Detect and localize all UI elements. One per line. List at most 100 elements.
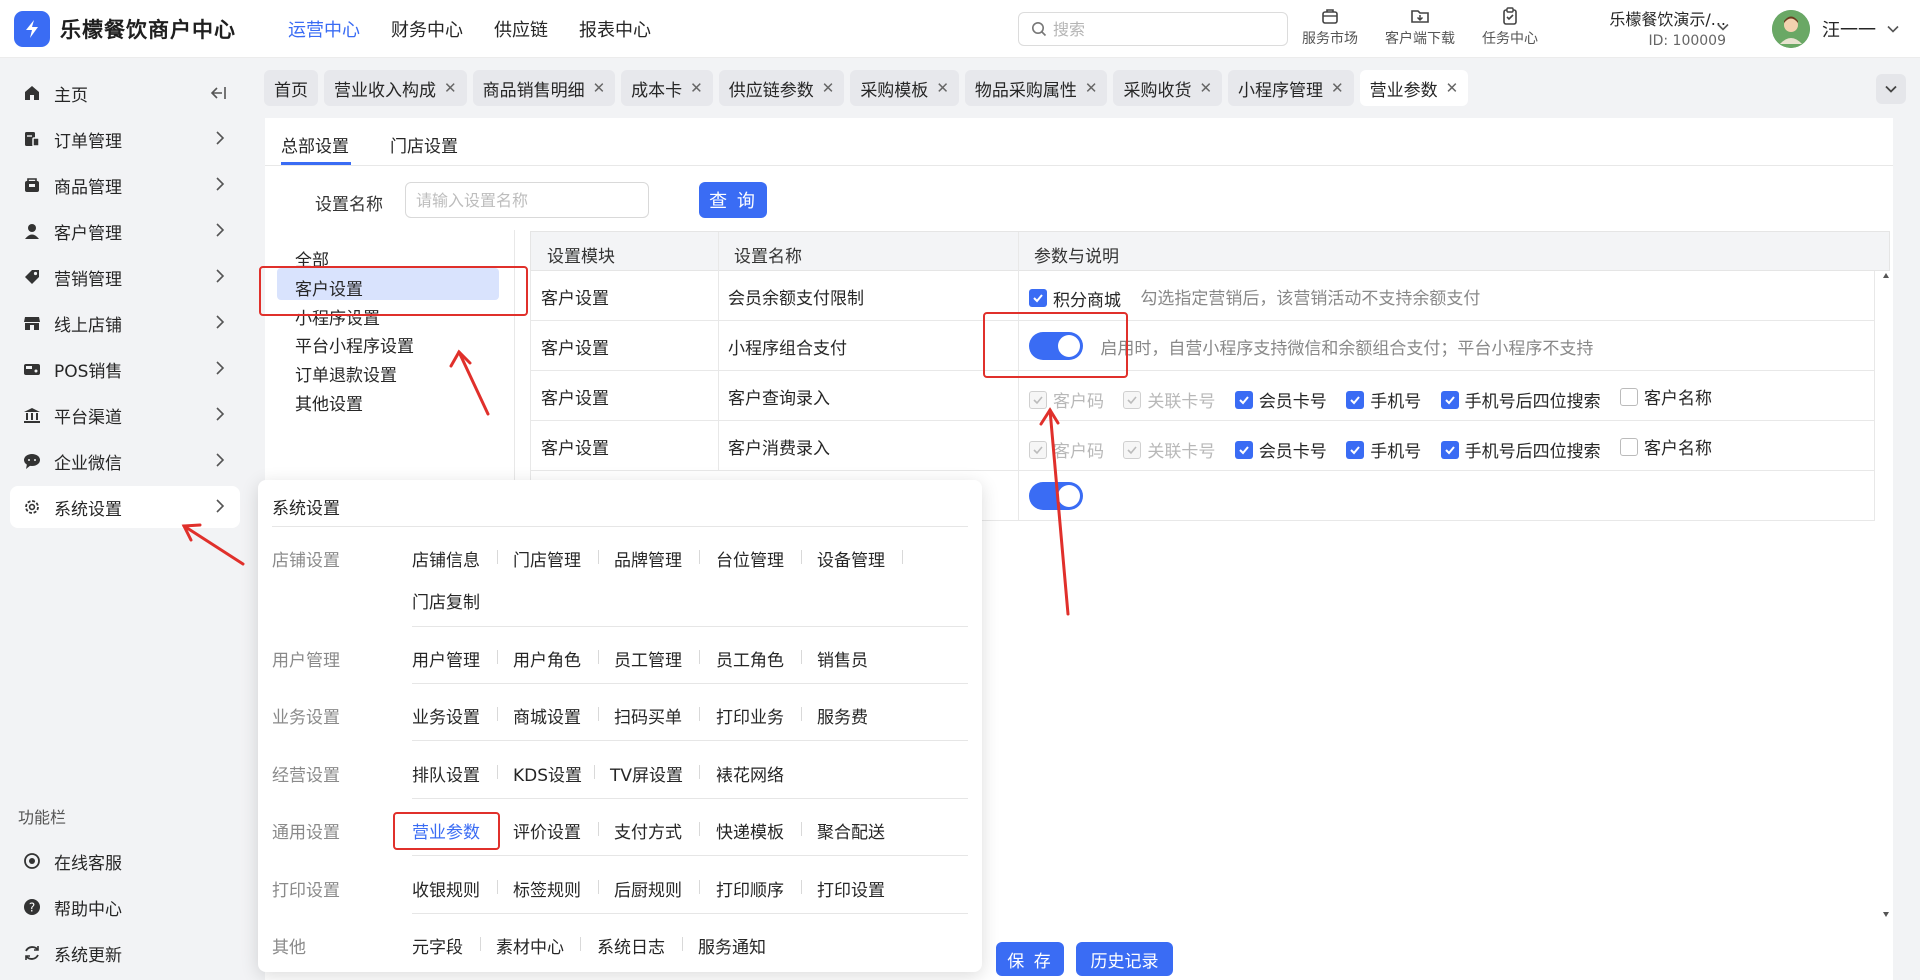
menu-link-label-rules[interactable]: 标签规则 <box>513 876 581 901</box>
menu-link-print-order[interactable]: 打印顺序 <box>716 876 784 901</box>
menu-link-queue-settings[interactable]: 排队设置 <box>412 761 480 786</box>
sidebar-item-online-service[interactable]: 在线客服 <box>10 840 240 882</box>
tab-cost-card[interactable]: 成本卡 ✕ <box>621 70 713 106</box>
menu-link-staff-management[interactable]: 员工管理 <box>614 646 682 671</box>
chevron-down-icon[interactable] <box>1716 20 1730 34</box>
tab-store-settings[interactable]: 门店设置 <box>390 132 458 157</box>
close-icon[interactable]: ✕ <box>1331 79 1344 97</box>
sidebar-item-online-shop[interactable]: 线上店铺 <box>10 302 240 344</box>
menu-link-decoration-network[interactable]: 裱花网络 <box>716 761 784 786</box>
phone-checkbox[interactable]: 手机号 <box>1346 387 1421 412</box>
menu-link-service-notices[interactable]: 服务通知 <box>698 933 766 958</box>
customer-name-checkbox[interactable]: 客户名称 <box>1620 384 1712 409</box>
sidebar-item-system-update[interactable]: 系统更新 <box>10 932 240 974</box>
sidebar-item-home[interactable]: 主页 <box>10 72 240 114</box>
member-card-checkbox[interactable]: 会员卡号 <box>1234 437 1327 462</box>
topnav-supply-chain[interactable]: 供应链 <box>494 16 548 42</box>
tab-supply-chain-params[interactable]: 供应链参数 ✕ <box>718 70 845 106</box>
menu-link-store-info[interactable]: 店铺信息 <box>412 546 480 571</box>
category-other-settings[interactable]: 其他设置 <box>295 390 363 415</box>
task-center-button[interactable]: 任务中心 <box>1482 6 1538 48</box>
menu-link-system-logs[interactable]: 系统日志 <box>597 933 665 958</box>
phone-checkbox[interactable]: 手机号 <box>1346 437 1421 462</box>
menu-link-service-fee[interactable]: 服务费 <box>817 703 868 728</box>
menu-link-mall-settings[interactable]: 商城设置 <box>513 703 581 728</box>
collapse-sidebar-icon[interactable] <box>210 84 228 102</box>
tab-goods-sales-detail[interactable]: 商品销售明细 ✕ <box>472 70 616 106</box>
user-menu[interactable]: 汪一一 <box>1772 10 1900 48</box>
tenant-switcher[interactable]: 乐檬餐饮演示/... ID: 100009 <box>1586 6 1726 49</box>
tab-home[interactable]: 首页 <box>264 70 318 106</box>
menu-link-business-settings[interactable]: 业务设置 <box>412 703 480 728</box>
tab-miniprogram-management[interactable]: 小程序管理 ✕ <box>1228 70 1354 106</box>
search-input[interactable] <box>1053 19 1253 39</box>
topnav-operations[interactable]: 运营中心 <box>288 16 360 42</box>
sidebar-item-customers[interactable]: 客户管理 <box>10 210 240 252</box>
close-icon[interactable]: ✕ <box>1199 79 1212 97</box>
sidebar-item-orders[interactable]: 订单管理 <box>10 118 240 160</box>
tab-purchase-template[interactable]: 采购模板 ✕ <box>850 70 959 106</box>
topnav-finance[interactable]: 财务中心 <box>391 16 463 42</box>
service-market-button[interactable]: 服务市场 <box>1302 6 1358 48</box>
topnav-reports[interactable]: 报表中心 <box>579 16 651 42</box>
sidebar-item-system-settings[interactable]: 系统设置 <box>10 486 240 528</box>
setting-toggle[interactable] <box>1029 482 1083 510</box>
sidebar-item-wecom[interactable]: 企业微信 <box>10 440 240 482</box>
menu-link-print-business[interactable]: 打印业务 <box>716 703 784 728</box>
tab-business-params[interactable]: 营业参数 ✕ <box>1359 70 1469 106</box>
close-icon[interactable]: ✕ <box>1446 79 1459 97</box>
client-download-button[interactable]: 客户端下载 <box>1385 6 1455 48</box>
tab-item-purchase-attrs[interactable]: 物品采购属性 ✕ <box>964 70 1108 106</box>
close-icon[interactable]: ✕ <box>822 79 835 97</box>
sidebar-item-marketing[interactable]: 营销管理 <box>10 256 240 298</box>
menu-link-shipping-templates[interactable]: 快递模板 <box>716 818 784 843</box>
setting-name-input[interactable] <box>405 182 649 218</box>
save-button[interactable]: 保 存 <box>996 942 1064 976</box>
query-button[interactable]: 查 询 <box>699 182 767 218</box>
close-icon[interactable]: ✕ <box>444 79 457 97</box>
menu-link-brand-management[interactable]: 品牌管理 <box>614 546 682 571</box>
menu-link-review-settings[interactable]: 评价设置 <box>513 818 581 843</box>
logo[interactable]: 乐檬餐饮商户中心 <box>14 10 254 47</box>
menu-link-meta-fields[interactable]: 元字段 <box>412 933 463 958</box>
sidebar-item-pos[interactable]: POS销售 <box>10 348 240 390</box>
menu-link-user-management[interactable]: 用户管理 <box>412 646 480 671</box>
category-platform-miniprogram-settings[interactable]: 平台小程序设置 <box>295 332 414 357</box>
menu-link-payment-methods[interactable]: 支付方式 <box>614 818 682 843</box>
customer-name-checkbox[interactable]: 客户名称 <box>1620 434 1712 459</box>
tab-purchase-receiving[interactable]: 采购收货 ✕ <box>1113 70 1223 106</box>
menu-link-aggregated-delivery[interactable]: 聚合配送 <box>817 818 885 843</box>
tab-hq-settings[interactable]: 总部设置 <box>281 132 349 157</box>
menu-link-asset-center[interactable]: 素材中心 <box>496 933 564 958</box>
menu-link-kds-settings[interactable]: KDS设置 <box>513 761 582 786</box>
global-search[interactable] <box>1018 12 1288 46</box>
menu-link-table-management[interactable]: 台位管理 <box>716 546 784 571</box>
sidebar-item-help[interactable]: ? 帮助中心 <box>10 886 240 928</box>
history-button[interactable]: 历史记录 <box>1076 942 1173 976</box>
menu-link-store-management[interactable]: 门店管理 <box>513 546 581 571</box>
close-icon[interactable]: ✕ <box>593 79 606 97</box>
menu-link-salesperson[interactable]: 销售员 <box>817 646 868 671</box>
menu-link-scan-pay[interactable]: 扫码买单 <box>614 703 682 728</box>
phone-last4-checkbox[interactable]: 手机号后四位搜索 <box>1440 387 1601 412</box>
category-order-refund-settings[interactable]: 订单退款设置 <box>295 361 397 386</box>
tabs-overflow-button[interactable] <box>1876 74 1906 104</box>
close-icon[interactable]: ✕ <box>936 79 949 97</box>
close-icon[interactable]: ✕ <box>1085 79 1098 97</box>
menu-link-kitchen-rules[interactable]: 后厨规则 <box>614 876 682 901</box>
sidebar-item-platform-channels[interactable]: 平台渠道 <box>10 394 240 436</box>
menu-link-staff-roles[interactable]: 员工角色 <box>716 646 784 671</box>
phone-last4-checkbox[interactable]: 手机号后四位搜索 <box>1440 437 1601 462</box>
menu-link-device-management[interactable]: 设备管理 <box>817 546 885 571</box>
close-icon[interactable]: ✕ <box>690 79 703 97</box>
tab-revenue-composition[interactable]: 营业收入构成 ✕ <box>324 70 467 106</box>
menu-link-print-settings[interactable]: 打印设置 <box>817 876 885 901</box>
table-scrollbar[interactable] <box>1882 270 1890 920</box>
menu-link-tv-settings[interactable]: TV屏设置 <box>610 761 683 786</box>
menu-link-cashier-rules[interactable]: 收银规则 <box>412 876 480 901</box>
sidebar-item-goods[interactable]: 商品管理 <box>10 164 240 206</box>
menu-link-store-copy[interactable]: 门店复制 <box>412 588 480 613</box>
points-mall-checkbox[interactable]: 积分商城 <box>1029 286 1121 311</box>
member-card-checkbox[interactable]: 会员卡号 <box>1234 387 1327 412</box>
menu-link-user-roles[interactable]: 用户角色 <box>513 646 581 671</box>
